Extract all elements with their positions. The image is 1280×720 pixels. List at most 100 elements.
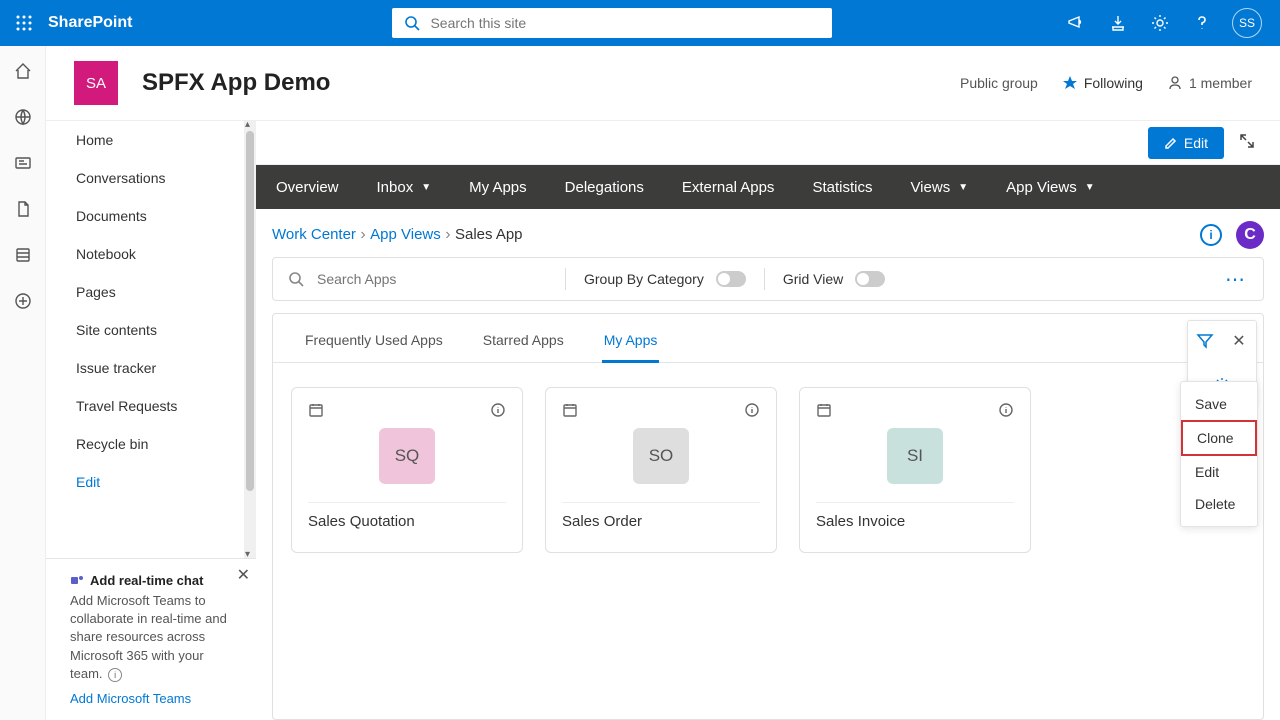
group-type: Public group	[960, 75, 1038, 91]
tab-views[interactable]: Views▼	[910, 179, 968, 196]
app-card-sales-invoice[interactable]: SISales Invoice	[799, 387, 1031, 553]
app-card-sales-order[interactable]: SOSales Order	[545, 387, 777, 553]
more-icon[interactable]: ⋯	[1221, 267, 1249, 292]
filter-bar: Group By Category Grid View ⋯	[272, 257, 1264, 301]
calendar-icon	[816, 402, 832, 418]
calendar-icon	[562, 402, 578, 418]
group-by-toggle[interactable]	[716, 271, 746, 287]
site-title: SPFX App Demo	[142, 69, 330, 97]
app-launcher-icon[interactable]	[8, 7, 40, 39]
inner-tab-my-apps[interactable]: My Apps	[602, 324, 660, 363]
breadcrumb-sales-app: Sales App	[455, 226, 523, 243]
chevron-right-icon: ›	[441, 226, 455, 243]
card-title: Sales Invoice	[816, 513, 1014, 530]
following-button[interactable]: Following	[1062, 75, 1143, 91]
sidebar-item-documents[interactable]: Documents	[46, 197, 256, 235]
install-icon[interactable]	[1106, 11, 1130, 35]
inner-tab-starred-apps[interactable]: Starred Apps	[481, 324, 566, 362]
teams-icon	[70, 574, 84, 588]
tab-external-apps[interactable]: External Apps	[682, 179, 775, 196]
page-actions: Edit	[256, 121, 1280, 165]
cards-row: SQSales QuotationSOSales OrderSISales In…	[273, 363, 1263, 577]
create-icon[interactable]	[12, 290, 34, 312]
filter-search[interactable]	[287, 270, 547, 288]
breadcrumb-work-center[interactable]: Work Center	[272, 226, 356, 243]
tab-inbox[interactable]: Inbox▼	[377, 179, 432, 196]
megaphone-icon[interactable]	[1064, 11, 1088, 35]
user-avatar[interactable]: SS	[1232, 8, 1262, 38]
info-icon[interactable]	[490, 402, 506, 418]
breadcrumb-app-views[interactable]: App Views	[370, 226, 441, 243]
file-icon[interactable]	[12, 198, 34, 220]
info-icon[interactable]: i	[108, 668, 122, 682]
sidebar-nav: HomeConversationsDocumentsNotebookPagesS…	[46, 121, 256, 558]
chat-panel: ✕ Add real-time chat Add Microsoft Teams…	[46, 558, 256, 720]
sidebar-item-travel-requests[interactable]: Travel Requests	[46, 387, 256, 425]
tab-statistics[interactable]: Statistics	[812, 179, 872, 196]
menu-item-edit[interactable]: Edit	[1181, 456, 1257, 488]
grid-view-label: Grid View	[783, 271, 843, 287]
breadcrumb: Work Center › App Views › Sales App i C	[256, 209, 1280, 257]
tab-overview[interactable]: Overview	[276, 179, 339, 196]
help-icon[interactable]	[1190, 11, 1214, 35]
card-title: Sales Quotation	[308, 513, 506, 530]
brand-title: SharePoint	[48, 14, 132, 32]
sidebar-item-conversations[interactable]: Conversations	[46, 159, 256, 197]
close-icon[interactable]: ✕	[237, 565, 250, 585]
info-icon[interactable]	[998, 402, 1014, 418]
filter-icon[interactable]	[1193, 329, 1217, 353]
left-rail	[0, 46, 46, 720]
news-icon[interactable]	[12, 152, 34, 174]
settings-icon[interactable]	[1148, 11, 1172, 35]
tab-my-apps[interactable]: My Apps	[469, 179, 527, 196]
members-button[interactable]: 1 member	[1167, 75, 1252, 91]
list-icon[interactable]	[12, 244, 34, 266]
sidebar-scrollbar[interactable]: ▴ ▾	[244, 121, 256, 558]
context-menu: SaveCloneEditDelete	[1180, 381, 1258, 527]
apps-search-input[interactable]	[317, 271, 497, 287]
header-right: SS	[1064, 8, 1272, 38]
menu-item-save[interactable]: Save	[1181, 388, 1257, 420]
person-icon	[1167, 75, 1183, 91]
sidebar-item-notebook[interactable]: Notebook	[46, 235, 256, 273]
close-panel-icon[interactable]: ✕	[1227, 329, 1251, 353]
pencil-icon	[1164, 136, 1178, 150]
profile-button[interactable]: C	[1236, 221, 1264, 249]
site-header: SA SPFX App Demo Public group Following …	[46, 46, 1280, 120]
search-icon	[404, 15, 420, 31]
group-by-label: Group By Category	[584, 271, 704, 287]
grid-view-toggle[interactable]	[855, 271, 885, 287]
tab-app-views[interactable]: App Views▼	[1006, 179, 1095, 196]
card-title: Sales Order	[562, 513, 760, 530]
star-icon	[1062, 75, 1078, 91]
search-box[interactable]	[392, 8, 832, 38]
menu-item-delete[interactable]: Delete	[1181, 488, 1257, 520]
expand-icon[interactable]	[1238, 132, 1260, 154]
top-header: SharePoint SS	[0, 0, 1280, 46]
sidebar-item-pages[interactable]: Pages	[46, 273, 256, 311]
menu-item-clone[interactable]: Clone	[1181, 420, 1257, 456]
chevron-right-icon: ›	[356, 226, 370, 243]
dark-tabs: Overview Inbox▼ My Apps Delegations External…	[256, 165, 1280, 209]
app-card-sales-quotation[interactable]: SQSales Quotation	[291, 387, 523, 553]
sidebar-item-home[interactable]: Home	[46, 121, 256, 159]
sidebar-item-recycle-bin[interactable]: Recycle bin	[46, 425, 256, 463]
edit-button[interactable]: Edit	[1148, 127, 1224, 159]
search-icon	[287, 270, 305, 288]
inner-tabs: Frequently Used Apps Starred Apps My Apps	[273, 314, 1263, 363]
sidebar-item-site-contents[interactable]: Site contents	[46, 311, 256, 349]
sidebar-item-issue-tracker[interactable]: Issue tracker	[46, 349, 256, 387]
calendar-icon	[308, 402, 324, 418]
inner-tab-frequently-used-apps[interactable]: Frequently Used Apps	[303, 324, 445, 362]
site-logo[interactable]: SA	[74, 61, 118, 105]
info-icon[interactable]	[744, 402, 760, 418]
side-panel: ✕ SaveCloneEditDelete	[1187, 320, 1257, 406]
search-input[interactable]	[430, 15, 820, 31]
sidebar-item-edit[interactable]: Edit	[46, 463, 256, 501]
home-icon[interactable]	[12, 60, 34, 82]
tab-delegations[interactable]: Delegations	[565, 179, 644, 196]
chat-body: Add Microsoft Teams to collaborate in re…	[70, 593, 227, 681]
globe-icon[interactable]	[12, 106, 34, 128]
info-button[interactable]: i	[1200, 224, 1222, 246]
add-teams-link[interactable]: Add Microsoft Teams	[70, 691, 191, 706]
